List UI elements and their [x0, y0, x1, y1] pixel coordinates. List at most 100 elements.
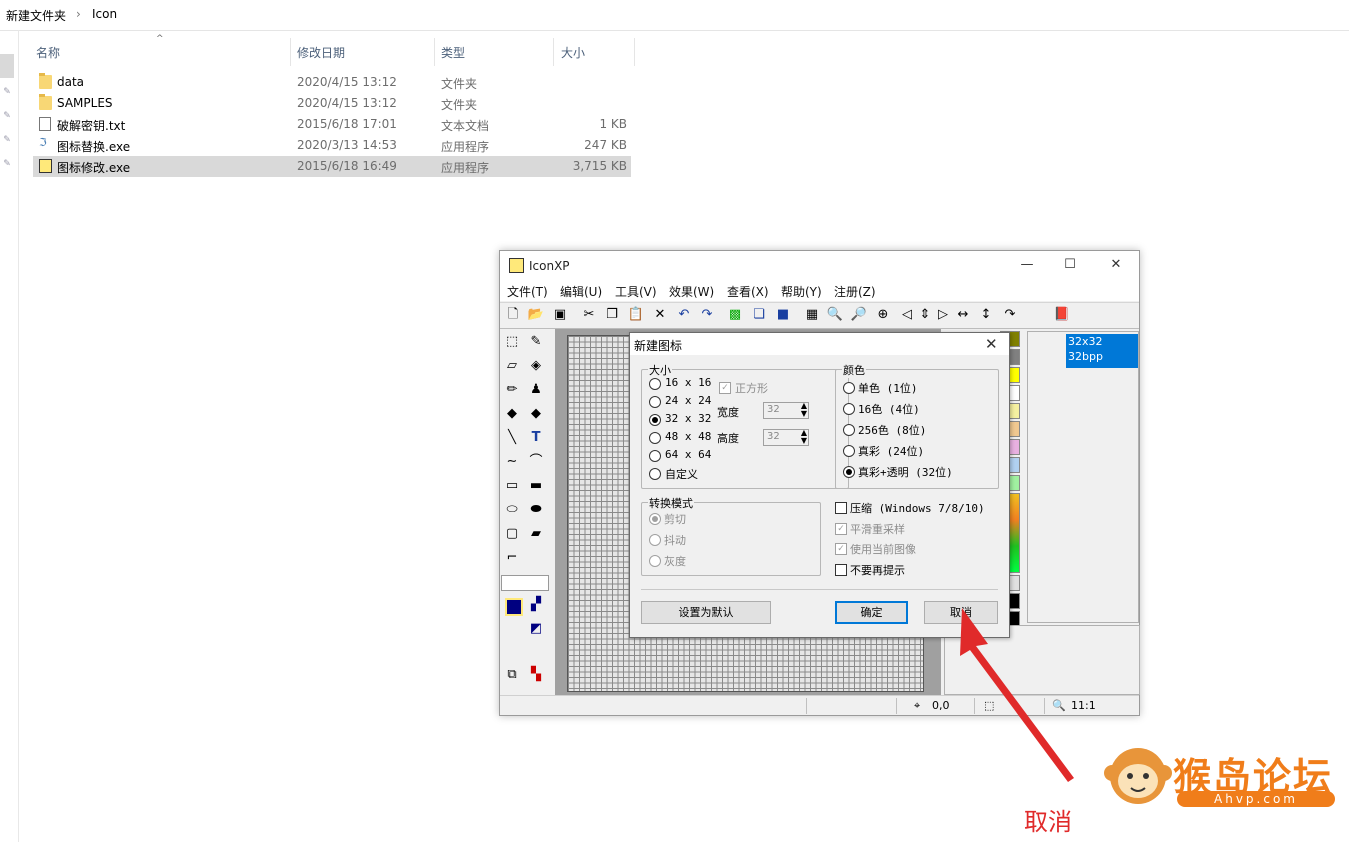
column-divider[interactable]: [290, 38, 291, 66]
column-header-size[interactable]: 大小: [561, 44, 585, 61]
radio-button-selected[interactable]: [649, 513, 661, 525]
delete-icon[interactable]: ✕: [650, 305, 670, 325]
foreground-color-icon[interactable]: [505, 598, 523, 616]
rounded-rect-icon[interactable]: ▢: [501, 523, 523, 545]
filled-rectangle-icon[interactable]: ▬: [525, 475, 547, 497]
redo-icon[interactable]: ↷: [697, 305, 717, 325]
file-row[interactable]: SAMPLES 2020/4/15 13:12 文件夹: [33, 93, 631, 114]
breadcrumb-current[interactable]: Icon: [92, 7, 117, 21]
text-icon[interactable]: T: [525, 427, 547, 449]
radio-button[interactable]: [843, 403, 855, 415]
radio-button[interactable]: [649, 534, 661, 546]
arc-icon[interactable]: ⌒: [525, 451, 547, 473]
menu-effects[interactable]: 效果(W): [669, 283, 714, 300]
use-current-image-checkbox[interactable]: ✓: [835, 543, 847, 555]
curve-icon[interactable]: ∼: [501, 451, 523, 473]
radio-button[interactable]: [649, 432, 661, 444]
line-icon[interactable]: ╲: [501, 427, 523, 449]
eraser-icon[interactable]: ▱: [501, 355, 523, 377]
copy-icon[interactable]: ❐: [602, 305, 622, 325]
layer-copy-icon[interactable]: ⧉: [501, 664, 523, 686]
height-spinner[interactable]: 32 ▲ ▼: [763, 429, 809, 446]
grid-icon[interactable]: ▦: [802, 305, 822, 325]
new-file-icon[interactable]: 🗋: [503, 305, 523, 325]
undo-icon[interactable]: ↶: [674, 305, 694, 325]
title-bar[interactable]: IconXP — ☐ ✕: [500, 251, 1139, 281]
ok-button[interactable]: 确定: [835, 601, 908, 624]
menu-view[interactable]: 查看(X): [727, 283, 769, 300]
column-divider[interactable]: [434, 38, 435, 66]
radio-button[interactable]: [649, 396, 661, 408]
book-icon[interactable]: 📕: [1052, 305, 1072, 325]
polygon-icon[interactable]: ⌐: [501, 547, 523, 569]
radio-button-selected[interactable]: [843, 466, 855, 478]
shift-left-icon[interactable]: ◁: [897, 305, 917, 325]
select-rect-icon[interactable]: ⬚: [501, 331, 523, 353]
zoom-out-icon[interactable]: 🔎: [849, 305, 869, 325]
ellipse-icon[interactable]: ⬭: [501, 499, 523, 521]
column-divider[interactable]: [553, 38, 554, 66]
close-icon[interactable]: ✕: [1106, 257, 1126, 275]
layers-icon[interactable]: ❏: [749, 305, 769, 325]
line-width-selector[interactable]: [501, 575, 549, 591]
radio-button[interactable]: [843, 382, 855, 394]
select-all-icon[interactable]: ▩: [725, 305, 745, 325]
menu-edit[interactable]: 编辑(U): [560, 283, 602, 300]
open-folder-icon[interactable]: 📂: [526, 305, 546, 325]
close-icon[interactable]: ✕: [985, 335, 998, 353]
shift-right-icon[interactable]: ▷: [933, 305, 953, 325]
radio-button[interactable]: [649, 450, 661, 462]
dont-show-again-checkbox[interactable]: [835, 564, 847, 576]
file-row[interactable]: 破解密钥.txt 2015/6/18 17:01 文本文档 1 KB: [33, 114, 631, 135]
spinner-arrows-icon[interactable]: ▲ ▼: [801, 429, 807, 445]
icon-list-item-selected[interactable]: 32x32 32bpp: [1066, 334, 1138, 368]
radio-button[interactable]: [649, 378, 661, 390]
minimize-icon[interactable]: —: [1017, 257, 1037, 275]
cut-icon[interactable]: ✂: [579, 305, 599, 325]
zoom-fit-icon[interactable]: ⊕: [873, 305, 893, 325]
column-header-modified[interactable]: 修改日期: [297, 44, 345, 61]
navigation-selected-item[interactable]: [0, 54, 14, 78]
flip-vertical-icon[interactable]: ↕: [976, 305, 996, 325]
menu-help[interactable]: 帮助(Y): [781, 283, 822, 300]
set-default-button[interactable]: 设置为默认: [641, 601, 771, 624]
rectangle-icon[interactable]: ▭: [501, 475, 523, 497]
file-row[interactable]: data 2020/4/15 13:12 文件夹: [33, 72, 631, 93]
filled-ellipse-icon[interactable]: ⬬: [525, 499, 547, 521]
color-swap-icon[interactable]: ▚: [525, 664, 547, 686]
spinner-arrows-icon[interactable]: ▲ ▼: [801, 402, 807, 418]
file-row[interactable]: ℑ 图标替换.exe 2020/3/13 14:53 应用程序 247 KB: [33, 135, 631, 156]
dialog-title-bar[interactable]: 新建图标 ✕: [630, 333, 1009, 355]
fill-icon[interactable]: ◆: [501, 403, 523, 425]
paste-icon[interactable]: 📋: [626, 305, 646, 325]
eyedropper-icon[interactable]: ✎: [525, 331, 547, 353]
smooth-resample-checkbox[interactable]: ✓: [835, 523, 847, 535]
color-eraser-icon[interactable]: ◈: [525, 355, 547, 377]
navigation-pane[interactable]: [0, 30, 19, 842]
rotate-icon[interactable]: ↷: [1000, 305, 1020, 325]
save-icon[interactable]: ▣: [550, 305, 570, 325]
square-checkbox[interactable]: ✓: [719, 382, 731, 394]
frame-icon[interactable]: ■: [773, 305, 793, 325]
zoom-in-icon[interactable]: 🔍: [825, 305, 845, 325]
column-divider[interactable]: [634, 38, 635, 66]
pattern-icon[interactable]: ▞: [525, 594, 547, 616]
menu-file[interactable]: 文件(T): [507, 283, 548, 300]
file-row-selected[interactable]: 图标修改.exe 2015/6/18 16:49 应用程序 3,715 KB: [33, 156, 631, 177]
compress-checkbox[interactable]: [835, 502, 847, 514]
icon-list[interactable]: 32x32 32bpp: [1027, 331, 1139, 623]
gradient-icon[interactable]: ◩: [525, 618, 547, 640]
column-header-name[interactable]: 名称: [36, 44, 60, 61]
column-header-type[interactable]: 类型: [441, 44, 465, 61]
menu-register[interactable]: 注册(Z): [834, 283, 876, 300]
gradient-fill-icon[interactable]: ◆: [525, 403, 547, 425]
pencil-icon[interactable]: ✏: [501, 379, 523, 401]
breadcrumb-folder[interactable]: 新建文件夹: [6, 7, 66, 24]
filled-rounded-rect-icon[interactable]: ▰: [525, 523, 547, 545]
radio-button[interactable]: [649, 555, 661, 567]
flip-horizontal-icon[interactable]: ↔: [953, 305, 973, 325]
maximize-icon[interactable]: ☐: [1060, 257, 1080, 275]
radio-button[interactable]: [649, 468, 661, 480]
brush-icon[interactable]: ♟: [525, 379, 547, 401]
width-spinner[interactable]: 32 ▲ ▼: [763, 402, 809, 419]
